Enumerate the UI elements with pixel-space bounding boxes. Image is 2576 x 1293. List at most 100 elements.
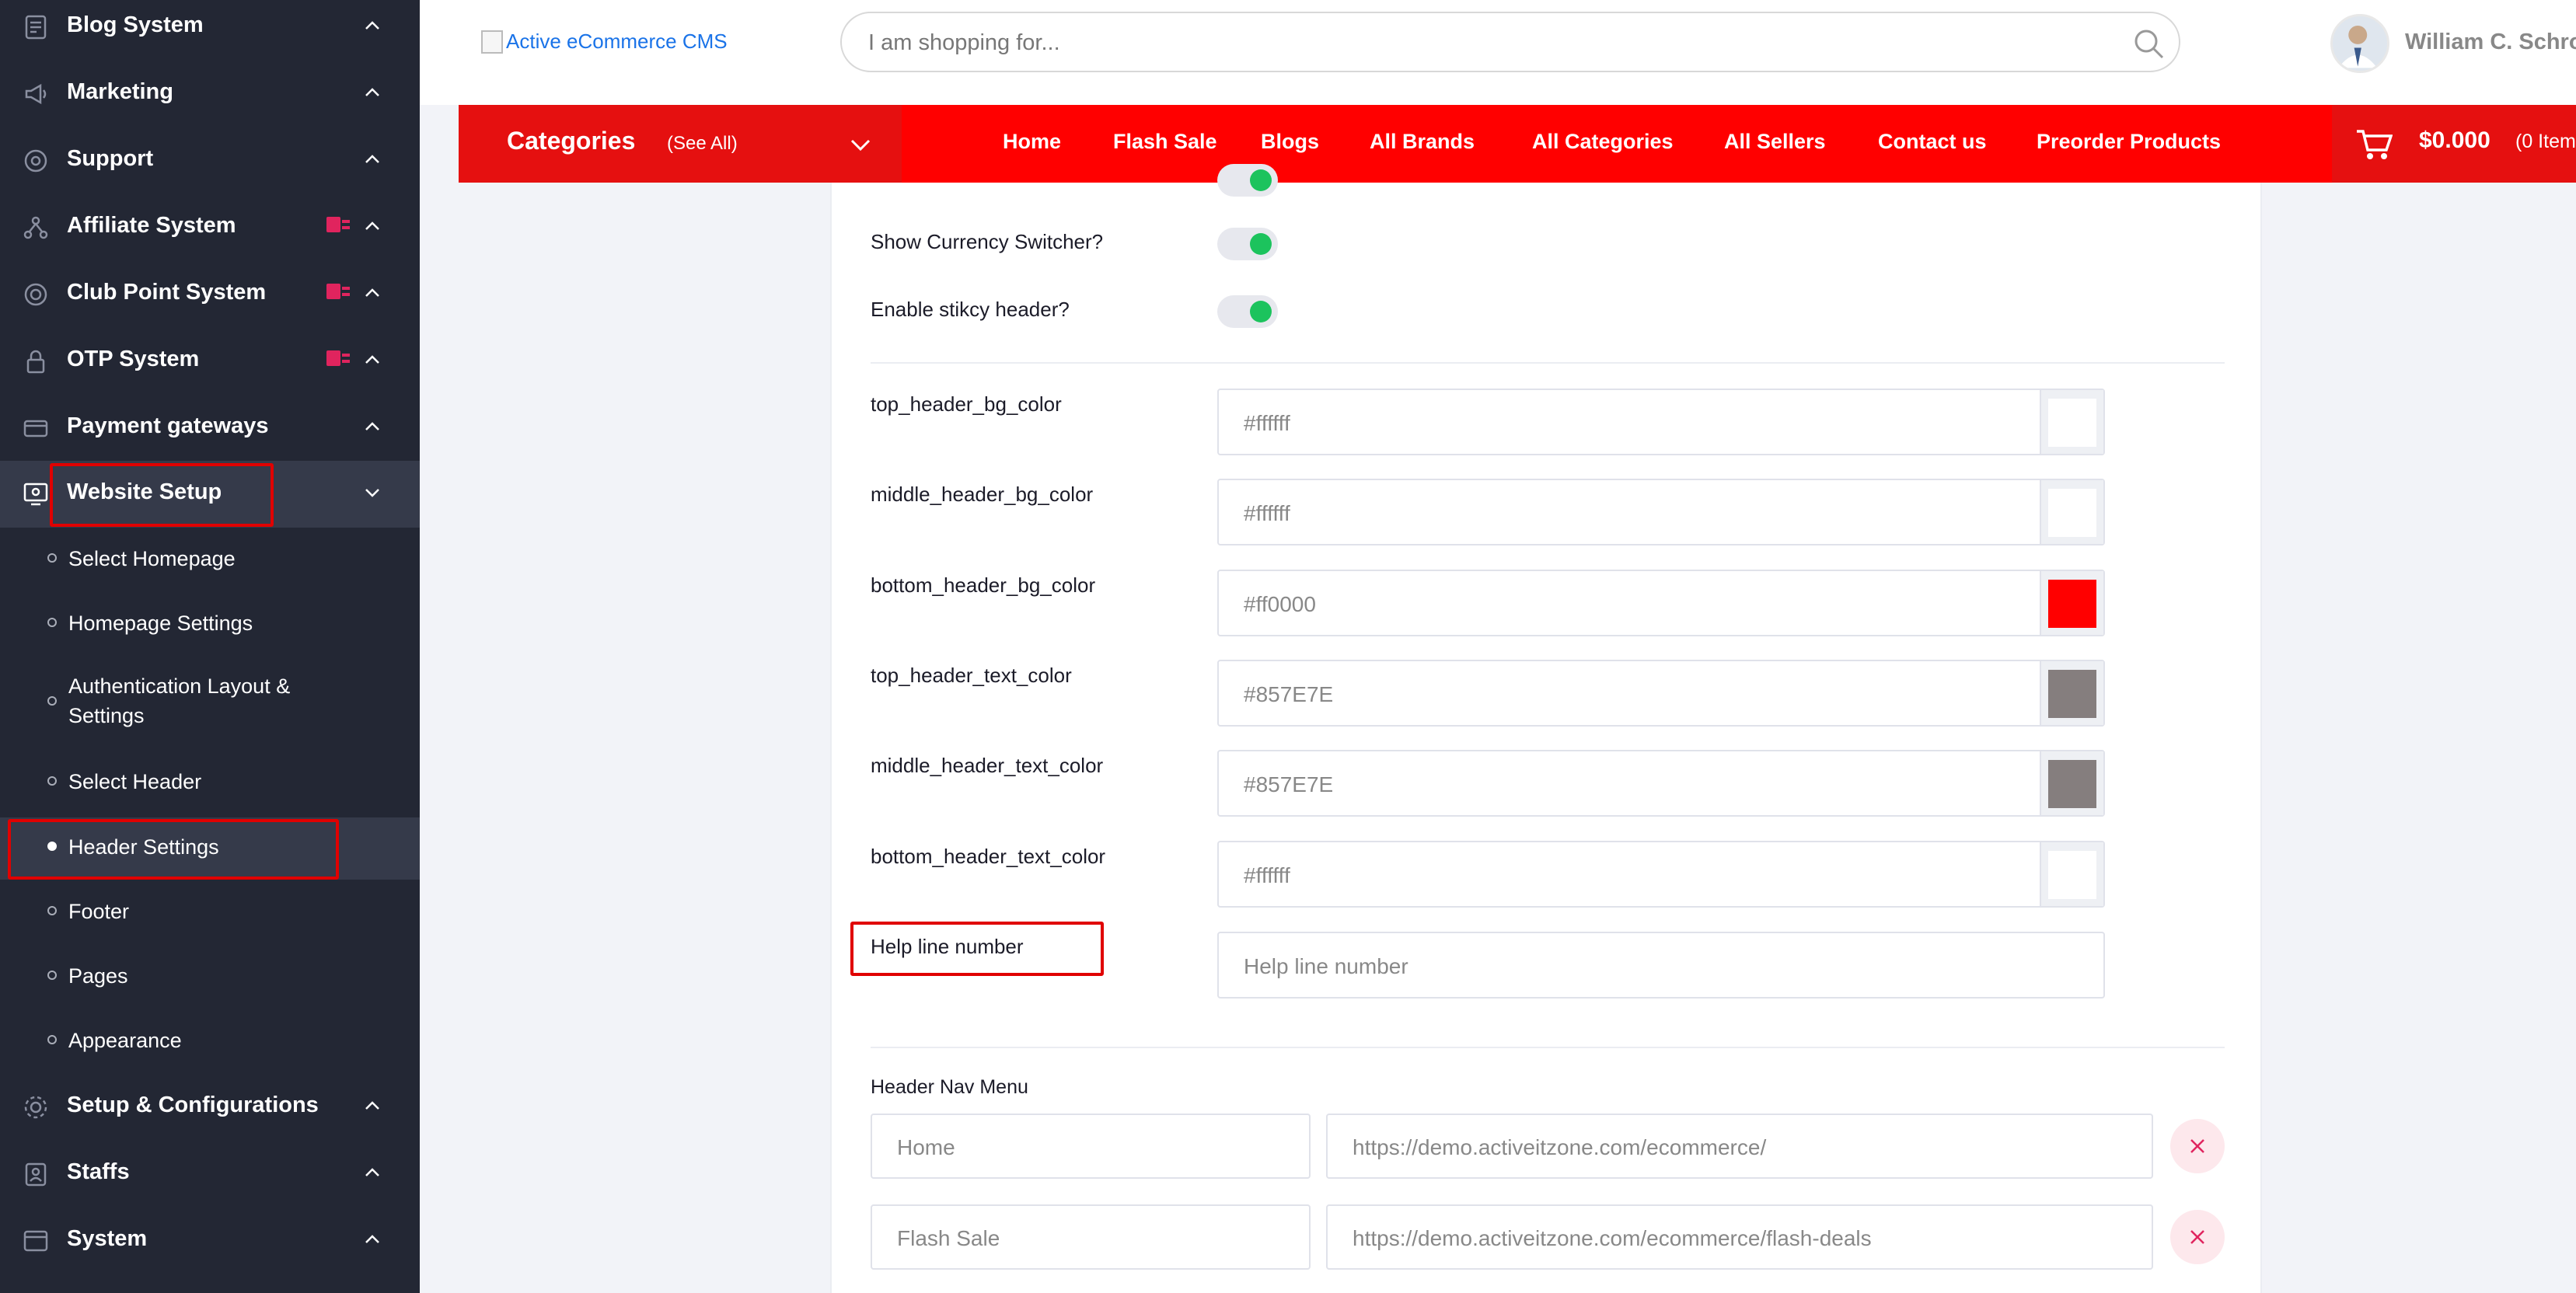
bullet-icon (47, 906, 57, 915)
remove-nav-item-button[interactable] (2170, 1210, 2225, 1264)
nav-menu-link-input[interactable]: https://demo.activeitzone.com/ecommerce/… (1326, 1204, 2153, 1270)
sidebar-subitem-select-header[interactable]: Select Header (0, 752, 420, 814)
nav-menu-label-input[interactable]: Home (871, 1114, 1311, 1179)
sidebar-subitem-authentication-layout[interactable]: Authentication Layout & Settings (0, 657, 420, 748)
cart-button[interactable]: $0.000 (0 Items (2332, 105, 2576, 183)
categories-dropdown[interactable]: Categories (See All) (459, 105, 902, 183)
toggle-knob (1250, 301, 1272, 322)
header-settings-card: Show Currency Switcher? Enable stikcy he… (830, 164, 2262, 1293)
sidebar-item-label: Marketing (67, 79, 173, 104)
sidebar-item-label: System (67, 1226, 148, 1251)
nav-link-all-brands[interactable]: All Brands (1370, 130, 1475, 154)
sidebar-item-system[interactable]: System (0, 1208, 420, 1274)
nav-link-all-sellers[interactable]: All Sellers (1724, 130, 1826, 154)
sidebar-item-label: OTP System (67, 347, 200, 371)
nav-link-flash-sale[interactable]: Flash Sale (1113, 130, 1217, 154)
sidebar-item-support[interactable]: Support (0, 127, 420, 194)
input-bottom-header-text-color[interactable]: #ffffff (1217, 841, 2105, 908)
remove-nav-item-button[interactable] (2170, 1119, 2225, 1173)
sidebar-subitem-select-homepage[interactable]: Select Homepage (0, 529, 420, 591)
logo-alt-text: Active eCommerce CMS (506, 30, 728, 53)
label-help-line-number: Help line number (871, 935, 1024, 958)
nav-link-home[interactable]: Home (1003, 130, 1061, 154)
sidebar-subitem-homepage-settings[interactable]: Homepage Settings (0, 594, 420, 656)
toggle-previous-setting[interactable] (1217, 164, 1278, 197)
label-top-header-text-color: top_header_text_color (871, 664, 1072, 687)
sidebar-item-blog-system[interactable]: Blog System (0, 0, 420, 61)
search-placeholder: I am shopping for... (868, 30, 1060, 55)
sidebar-subitem-label: Homepage Settings (68, 612, 253, 635)
sidebar-item-label: Setup & Configurations (67, 1093, 319, 1117)
color-picker[interactable] (2040, 571, 2103, 635)
cart-item-count: (0 Items (2515, 131, 2576, 152)
toggle-knob (1250, 169, 1272, 191)
color-value: #857E7E (1244, 772, 1334, 796)
label-top-header-bg-color: top_header_bg_color (871, 392, 1062, 416)
sidebar-subitem-label: Select Header (68, 770, 202, 793)
sidebar-item-staffs[interactable]: Staffs (0, 1141, 420, 1208)
label-bottom-header-bg-color: bottom_header_bg_color (871, 573, 1096, 597)
payment-icon (23, 420, 48, 437)
sidebar-item-label: Blog System (67, 12, 204, 37)
sidebar-item-affiliate-system[interactable]: Affiliate System (0, 194, 420, 261)
cart-icon (2357, 130, 2393, 159)
sidebar-subitem-appearance[interactable]: Appearance (0, 1011, 420, 1073)
color-swatch (2048, 851, 2096, 899)
input-middle-header-bg-color[interactable]: #ffffff (1217, 479, 2105, 545)
user-menu[interactable]: William C. Schro (2330, 14, 2576, 75)
color-value: #ffffff (1244, 411, 1290, 435)
search-icon[interactable] (2132, 27, 2165, 60)
sidebar-item-club-point-system[interactable]: Club Point System (0, 261, 420, 328)
sidebar-item-otp-system[interactable]: OTP System (0, 328, 420, 395)
nav-menu-link-value: https://demo.activeitzone.com/ecommerce/ (1353, 1135, 1767, 1159)
nav-link-preorder-products[interactable]: Preorder Products (2037, 130, 2221, 154)
sidebar-item-marketing[interactable]: Marketing (0, 61, 420, 127)
nav-link-all-categories[interactable]: All Categories (1532, 130, 1674, 154)
nav-menu-link-input[interactable]: https://demo.activeitzone.com/ecommerce/ (1326, 1114, 2153, 1179)
nav-menu-label-input[interactable]: Flash Sale (871, 1204, 1311, 1270)
color-swatch (2048, 489, 2096, 537)
website-setup-icon (23, 483, 48, 506)
see-all-link[interactable]: (See All) (667, 133, 738, 155)
system-icon (23, 1230, 48, 1252)
chevron-up-icon (365, 1168, 379, 1176)
chevron-up-icon (365, 1101, 379, 1110)
nav-link-blogs[interactable]: Blogs (1261, 130, 1319, 154)
sidebar-subitem-footer[interactable]: Footer (0, 882, 420, 944)
toggle-enable-sticky-header[interactable] (1217, 295, 1278, 328)
color-picker[interactable] (2040, 480, 2103, 544)
sidebar-subitem-header-settings[interactable]: Header Settings (0, 817, 420, 880)
search-input[interactable]: I am shopping for... (840, 12, 2180, 72)
color-picker[interactable] (2040, 661, 2103, 725)
sidebar-item-setup-configurations[interactable]: Setup & Configurations (0, 1074, 420, 1141)
color-picker[interactable] (2040, 390, 2103, 454)
chevron-up-icon (365, 221, 379, 230)
sidebar-item-payment-gateways[interactable]: Payment gateways (0, 395, 420, 462)
megaphone-icon (25, 83, 47, 105)
sidebar-subitem-pages[interactable]: Pages (0, 946, 420, 1009)
support-icon (24, 149, 47, 173)
color-value: #ffffff (1244, 501, 1290, 525)
close-icon (2190, 1230, 2204, 1244)
user-name: William C. Schro (2405, 30, 2576, 54)
bullet-icon (47, 553, 57, 563)
input-help-line-number[interactable]: Help line number (1217, 932, 2105, 999)
staff-icon (25, 1162, 47, 1187)
sidebar-subitem-label: Footer (68, 900, 130, 923)
chevron-up-icon (365, 155, 379, 163)
input-top-header-text-color[interactable]: #857E7E (1217, 660, 2105, 727)
bullet-icon (47, 842, 57, 851)
color-picker[interactable] (2040, 751, 2103, 815)
sidebar-item-website-setup[interactable]: Website Setup (0, 461, 420, 528)
color-picker[interactable] (2040, 842, 2103, 906)
input-top-header-bg-color[interactable]: #ffffff (1217, 389, 2105, 455)
site-logo[interactable]: Active eCommerce CMS (481, 30, 728, 54)
help-line-placeholder: Help line number (1244, 954, 1408, 978)
setup-icon (24, 1096, 47, 1119)
input-bottom-header-bg-color[interactable]: #ff0000 (1217, 570, 2105, 636)
admin-sidebar: Blog System Marketing Support Affiliate … (0, 0, 420, 1293)
toggle-show-currency-switcher[interactable] (1217, 228, 1278, 260)
nav-link-contact-us[interactable]: Contact us (1878, 130, 1987, 154)
input-middle-header-text-color[interactable]: #857E7E (1217, 750, 2105, 817)
sidebar-subitem-label: Appearance (68, 1029, 182, 1052)
